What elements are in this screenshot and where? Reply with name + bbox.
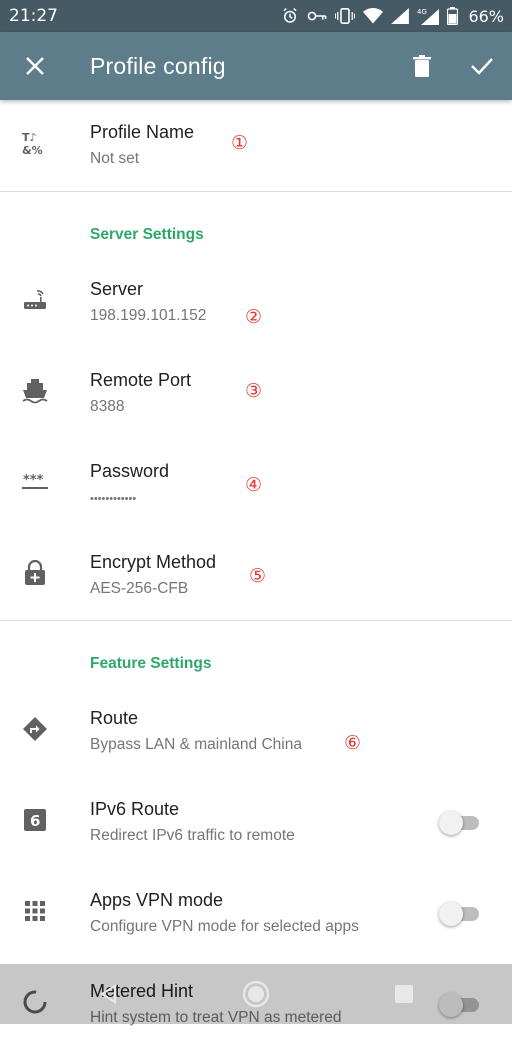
annotation-marker: ② [245, 306, 263, 328]
directions-icon [20, 714, 50, 744]
server-pref[interactable]: Server 198.199.101.152 ② [0, 257, 512, 348]
svg-text:***: *** [23, 473, 44, 488]
recents-square-icon [395, 985, 413, 1003]
delete-button[interactable] [392, 32, 452, 100]
alarm-icon [281, 7, 299, 25]
text-format-icon: T♪ &% [20, 128, 50, 158]
row-value: 198.199.101.152 [90, 307, 207, 324]
system-nav-bar [0, 964, 512, 1024]
network-4g-icon: 4G [417, 7, 440, 25]
profile-name-pref[interactable]: T♪ &% Profile Name Not set ① [0, 100, 512, 191]
ship-icon [20, 376, 50, 406]
row-value: Configure VPN mode for selected apps [90, 918, 359, 935]
check-icon [471, 58, 493, 75]
annotation-marker: ⑤ [249, 565, 267, 587]
row-value: AES-256-CFB [90, 580, 189, 597]
row-title: Apps VPN mode [90, 890, 224, 910]
switch-thumb [439, 902, 463, 926]
row-value: Redirect IPv6 traffic to remote [90, 827, 295, 844]
status-time: 21:27 [9, 6, 58, 26]
network-type-label: 4G [417, 8, 427, 16]
save-button[interactable] [452, 32, 512, 100]
row-value: •••••••••••• [90, 493, 137, 505]
toolbar-actions [392, 32, 512, 100]
close-button[interactable] [0, 32, 70, 100]
status-icons: 4G 66% [281, 7, 504, 26]
row-value: 8388 [90, 398, 125, 415]
lock-icon [20, 558, 50, 588]
recents-button[interactable] [388, 978, 420, 1010]
row-title: Encrypt Method [90, 552, 217, 572]
wifi-icon [363, 8, 384, 24]
annotation-marker: ⑥ [344, 732, 362, 754]
svg-text:T♪: T♪ [22, 131, 37, 144]
remote-port-pref[interactable]: Remote Port 8388 ③ [0, 348, 512, 439]
trash-icon [413, 55, 431, 77]
ipv6-route-switch[interactable] [439, 809, 479, 837]
apps-grid-icon [20, 896, 50, 926]
vibrate-icon [335, 8, 356, 24]
ipv6-icon: 6 [20, 805, 50, 835]
switch-thumb [439, 811, 463, 835]
svg-text:&%: &% [22, 144, 43, 156]
close-icon [26, 57, 44, 75]
annotation-marker: ③ [245, 380, 263, 402]
apps-vpn-mode-switch[interactable] [439, 900, 479, 928]
row-title: IPv6 Route [90, 799, 180, 819]
apps-vpn-mode-pref[interactable]: Apps VPN mode Configure VPN mode for sel… [0, 868, 512, 959]
back-button[interactable] [92, 978, 124, 1010]
row-value: Bypass LAN & mainland China [90, 736, 302, 753]
ipv6-route-pref[interactable]: 6 IPv6 Route Redirect IPv6 traffic to re… [0, 777, 512, 868]
row-value: Not set [90, 150, 140, 167]
annotation-marker: ④ [245, 474, 263, 496]
divider [0, 191, 512, 192]
row-title: Profile Name [90, 122, 195, 142]
section-heading-feature: Feature Settings [90, 655, 212, 672]
row-title: Remote Port [90, 370, 192, 390]
home-circle-icon [242, 980, 270, 1008]
section-heading-server: Server Settings [90, 226, 204, 243]
svg-text:6: 6 [30, 812, 40, 830]
password-icon: *** [20, 467, 50, 497]
route-pref[interactable]: Route Bypass LAN & mainland China ⑥ [0, 686, 512, 777]
cell-signal-icon [391, 8, 410, 24]
back-triangle-icon [99, 984, 117, 1004]
row-title: Server [90, 279, 144, 299]
battery-percent: 66% [468, 6, 504, 26]
divider [0, 620, 512, 621]
encrypt-method-pref[interactable]: Encrypt Method AES-256-CFB ⑤ [0, 530, 512, 621]
row-title: Route [90, 708, 139, 728]
home-button[interactable] [240, 978, 272, 1010]
row-title: Password [90, 461, 170, 481]
router-icon [20, 285, 50, 315]
vpn-key-icon [307, 9, 327, 23]
annotation-marker: ① [231, 132, 249, 154]
page-title: Profile config [90, 52, 226, 79]
status-bar: 21:27 4G 66% [0, 0, 512, 32]
app-toolbar: Profile config [0, 32, 512, 100]
battery-icon [447, 7, 459, 25]
password-pref[interactable]: *** Password •••••••••••• ④ [0, 439, 512, 530]
preference-list: T♪ &% Profile Name Not set ① Server Setti… [0, 100, 512, 1026]
